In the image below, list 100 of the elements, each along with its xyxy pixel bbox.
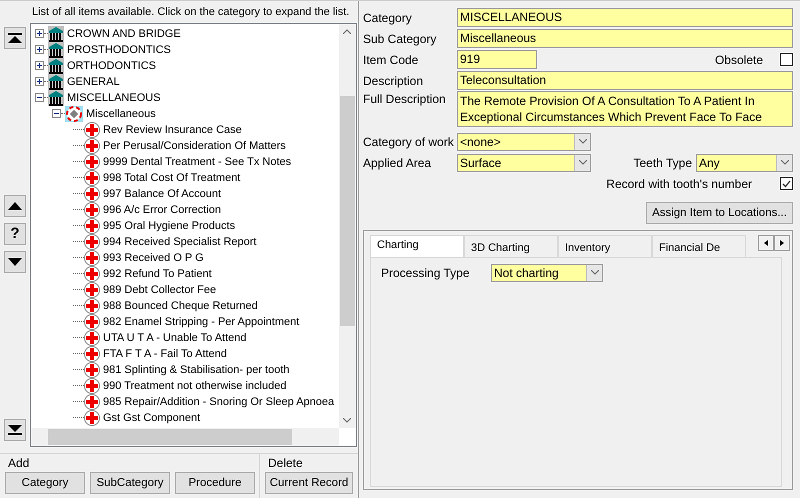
tree-item[interactable]: GENERAL <box>35 74 120 90</box>
expand-icon[interactable] <box>35 29 44 38</box>
tab[interactable]: Inventory <box>558 235 652 257</box>
tree-item[interactable]: 990 Treatment not otherwise included <box>69 378 286 394</box>
medical-cross-icon <box>84 298 100 314</box>
tree-item[interactable]: Miscellaneous <box>52 106 156 122</box>
medical-cross-icon <box>84 362 100 378</box>
assign-locations-button[interactable]: Assign Item to Locations... <box>646 202 793 224</box>
tree-item[interactable]: Gst Gst Component <box>69 410 200 426</box>
category-of-work-dropdown[interactable]: <none> <box>457 132 591 150</box>
move-to-bottom-icon <box>8 424 22 435</box>
field-label: Sub Category <box>363 32 438 46</box>
tree-item[interactable]: 993 Received O P G <box>69 250 204 266</box>
tree-item[interactable]: 988 Bounced Cheque Returned <box>69 298 258 314</box>
description-field[interactable]: Teleconsultation <box>457 71 793 90</box>
teeth-type-dropdown[interactable]: Any <box>696 154 793 172</box>
obsolete-checkbox[interactable] <box>780 53 793 66</box>
tree-item[interactable]: 994 Received Specialist Report <box>69 234 256 250</box>
processing-type-dropdown[interactable]: Not charting <box>491 264 603 282</box>
medical-cross-icon <box>84 314 100 330</box>
tree-item[interactable]: 997 Balance Of Account <box>69 186 222 202</box>
move-down-button[interactable] <box>4 250 26 273</box>
building-icon <box>48 90 64 106</box>
horizontal-scrollbar[interactable] <box>31 428 339 446</box>
field-label: Category <box>363 10 413 24</box>
add-button[interactable]: SubCategory <box>90 472 170 494</box>
collapse-icon[interactable] <box>35 93 44 102</box>
expand-icon[interactable] <box>35 45 44 54</box>
medical-cross-icon <box>84 138 100 154</box>
tab-scroll-right-button[interactable] <box>774 235 790 251</box>
lifebuoy-icon <box>65 106 83 122</box>
record-with-tooth-checkbox[interactable] <box>780 177 793 190</box>
tree-item[interactable]: 996 A/c Error Correction <box>69 202 221 218</box>
field-label: Full Description <box>363 91 447 106</box>
medical-cross-icon <box>84 218 100 234</box>
tab[interactable]: Charting <box>370 235 464 257</box>
item-code-field[interactable]: 919 <box>457 50 537 69</box>
tree-item[interactable]: 985 Repair/Addition - Snoring Or Sleep Apnoea <box>69 394 334 410</box>
tree-item[interactable]: PROSTHODONTICS <box>35 42 171 58</box>
medical-cross-icon <box>84 346 100 362</box>
field-label: Obsolete <box>714 52 763 66</box>
tree-item[interactable]: Per Perusal/Consideration Of Matters <box>69 138 286 154</box>
list-instructions: List of all items available. Click on the category to expand the list. <box>31 5 350 20</box>
category-field[interactable]: MISCELLANEOUS <box>457 8 793 27</box>
vertical-scrollbar[interactable] <box>339 24 356 428</box>
group-label: Add <box>7 456 30 470</box>
field-label: Description <box>363 74 424 88</box>
medical-cross-icon <box>84 410 100 426</box>
medical-cross-icon <box>84 186 100 202</box>
medical-cross-icon <box>84 170 100 186</box>
field-label: Processing Type <box>381 266 470 280</box>
move-to-top-icon <box>8 32 22 43</box>
tree-item[interactable]: 9999 Dental Treatment - See Tx Notes <box>69 154 292 170</box>
field-label: Teeth Type <box>634 156 692 170</box>
medical-cross-icon <box>84 282 100 298</box>
triangle-right-icon <box>780 240 784 246</box>
medical-cross-icon <box>84 202 100 218</box>
delete-button[interactable]: Current Record <box>265 472 353 494</box>
collapse-icon[interactable] <box>52 109 61 118</box>
medical-cross-icon <box>84 266 100 282</box>
field-label: Record with tooth's number <box>606 176 752 190</box>
medical-cross-icon <box>84 122 100 138</box>
tree-item[interactable]: 981 Splinting & Stabilisation- per tooth <box>69 362 290 378</box>
help-button[interactable]: ? <box>4 222 26 245</box>
medical-cross-icon <box>84 154 100 170</box>
field-label: Category of work <box>363 134 455 148</box>
tree-item[interactable]: 992 Refund To Patient <box>69 266 212 282</box>
tab[interactable]: Financial De <box>652 235 746 257</box>
tree-item[interactable]: 989 Debt Collector Fee <box>69 282 216 298</box>
field-label: Applied Area <box>363 156 432 170</box>
tree-item[interactable]: 998 Total Cost Of Treatment <box>69 170 240 186</box>
applied-area-dropdown[interactable]: Surface <box>457 154 591 172</box>
expand-icon[interactable] <box>35 61 44 70</box>
tab-scroll-left-button[interactable] <box>758 235 774 251</box>
building-icon <box>48 26 64 42</box>
tree-item[interactable]: Rev Review Insurance Case <box>69 122 242 138</box>
add-button[interactable]: Procedure <box>175 472 255 494</box>
medical-cross-icon <box>84 234 100 250</box>
expand-icon[interactable] <box>35 77 44 86</box>
field-label: Item Code <box>363 52 420 66</box>
tree-item[interactable]: MISCELLANEOUS <box>35 90 161 106</box>
triangle-down-icon <box>8 258 22 266</box>
full-description-field[interactable]: The Remote Provision Of A Consultation To A Patient In Exceptional Circumstances Which Prevent Face To Face <box>457 91 793 127</box>
add-button[interactable]: Category <box>5 472 85 494</box>
building-icon <box>48 42 64 58</box>
move-up-button[interactable] <box>4 194 26 217</box>
medical-cross-icon <box>84 378 100 394</box>
tree-item[interactable]: 995 Oral Hygiene Products <box>69 218 236 234</box>
tree-item[interactable]: CROWN AND BRIDGE <box>35 26 181 42</box>
move-to-bottom-button[interactable] <box>4 418 26 441</box>
move-to-top-button[interactable] <box>4 26 26 49</box>
group-label: Delete <box>267 456 304 470</box>
tree-item[interactable]: FTA F T A - Fail To Attend <box>69 346 227 362</box>
tab[interactable]: 3D Charting <box>464 235 558 257</box>
sub-category-field[interactable]: Miscellaneous <box>457 29 793 48</box>
medical-cross-icon <box>84 330 100 346</box>
tree-item[interactable]: ORTHODONTICS <box>35 58 156 74</box>
building-icon <box>48 74 64 90</box>
tree-item[interactable]: 982 Enamel Stripping - Per Appointment <box>69 314 300 330</box>
tree-item[interactable]: UTA U T A - Unable To Attend <box>69 330 246 346</box>
